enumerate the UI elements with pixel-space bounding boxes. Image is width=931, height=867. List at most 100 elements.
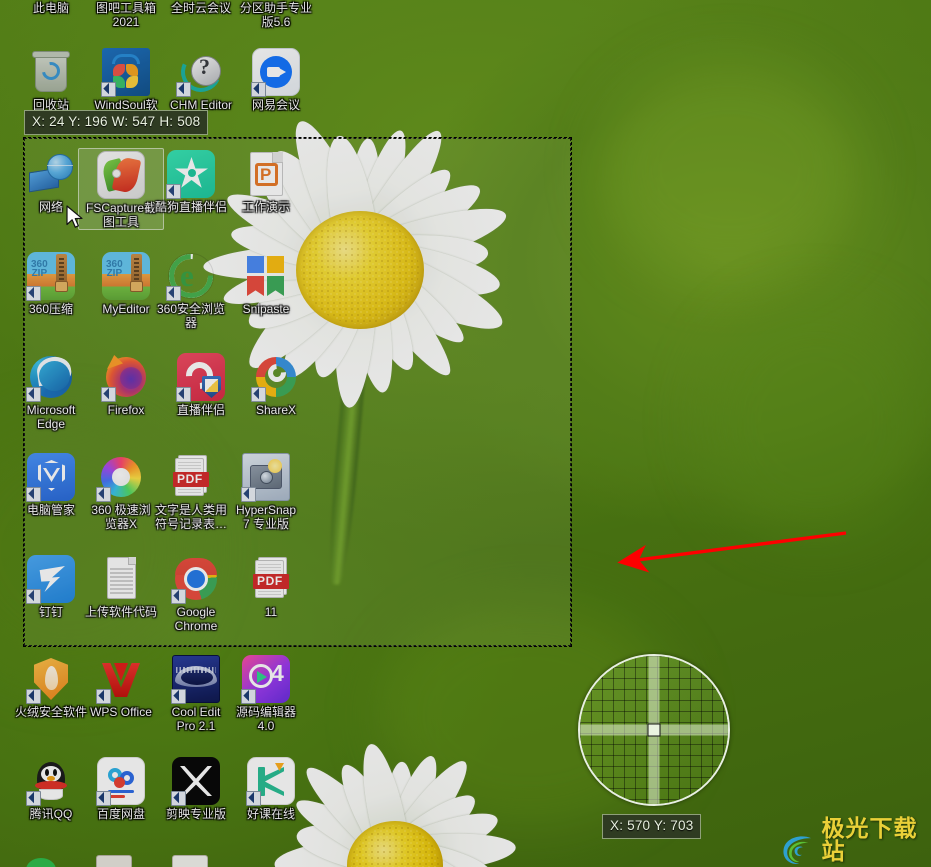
magnifier-loupe [578,654,730,806]
windsoul-icon [101,48,150,97]
desktop-icon-label: Google Chrome [174,605,218,633]
selection-info-text: X: 24 Y: 196 W: 547 H: 508 [32,114,201,129]
desktop-icon-baidu-netdisk[interactable]: 百度网盘 [78,757,164,822]
shortcut-arrow-overlay [26,589,41,604]
chrome-icon [171,555,220,604]
desktop-icon-360browser[interactable]: e 360安全浏览器 [148,244,234,330]
desktop-icon-haoke[interactable]: 好课在线 [228,757,314,822]
watermark-logo-icon [783,836,812,864]
desktop-icon-kugou-live[interactable]: 酷狗直播伴侣 [148,150,234,215]
360browser-icon: e [159,244,223,308]
netease-meeting-icon [251,48,300,97]
desktop-icon-chm-editor[interactable]: ? CHM Editor [158,46,244,113]
pdf-file-icon: PDF [247,555,295,603]
shortcut-arrow-overlay [26,791,41,806]
network-icon [27,150,75,198]
magnifier-coordinates-text: X: 570 Y: 703 [610,818,694,833]
desktop-icon-jianying[interactable]: 剪映专业版 [153,757,239,822]
desktop-icon-live-companion[interactable]: 直播伴侣 [158,353,244,418]
desktop-icon-label: 直播伴侣 [176,403,225,417]
desktop-icon-pdf-file[interactable]: PDF 文字是人类用 符号记录表… [148,453,234,531]
chm-editor-icon: ? [175,46,227,98]
desktop-icon-text-file[interactable]: 上传软件代码 [78,555,164,620]
powerpoint-file-icon: P [242,150,290,198]
wallpaper-bokeh-a [600,60,860,280]
desktop-capture-screen: 此电脑图吧工具箱2021全时云会议分区助手专业版5.6回收站WindSoul软件… [0,0,931,867]
desktop-icon-label: 360压缩 [28,302,74,316]
shortcut-arrow-overlay [171,791,186,806]
desktop-icon-quanshi[interactable]: 全时云会议 [158,1,244,16]
desktop-icon-label: 360安全浏览器 [156,302,226,330]
huorong-icon [26,655,75,704]
mindplus-icon: 4 [241,655,290,704]
shortcut-arrow-overlay [26,487,41,502]
partial-icon-bottom-2[interactable] [96,855,132,867]
shortcut-arrow-overlay [241,689,256,704]
desktop-icon-label: 分区助手专业 版5.6 [239,1,312,29]
desktop-icon-edge[interactable]: Microsoft Edge [8,353,94,431]
hypersnap-icon [241,453,290,502]
desktop-icon-firefox[interactable]: Firefox [83,353,169,418]
desktop-icon-label: Snipaste [242,302,290,316]
qq-icon [26,757,75,806]
desktop-icon-powerpoint-file[interactable]: P 工作演示 [223,150,309,215]
shortcut-arrow-overlay [241,487,256,502]
360speed-icon [96,453,145,502]
shortcut-arrow-overlay [101,82,116,97]
desktop-icon-label: Microsoft Edge [26,403,76,431]
wps-icon [96,655,145,704]
desktop-icon-label: 11 [264,605,278,619]
desktop-icon-label: 全时云会议 [170,1,231,15]
desktop-icon-360zip[interactable]: 360 ZIP 360压缩 [8,252,94,317]
desktop-icon-chrome[interactable]: Google Chrome [153,555,239,633]
shortcut-arrow-overlay [176,387,191,402]
site-watermark: 极光下载站 www.xz7.com [780,818,931,867]
desktop-icon-hypersnap[interactable]: HyperSnap 7 专业版 [223,453,309,531]
desktop-icon-label: 文字是人类用 符号记录表… [154,503,227,531]
shortcut-arrow-overlay [96,689,111,704]
desktop-icon-recycle-bin[interactable]: 回收站 [8,48,94,113]
shortcut-arrow-overlay [246,791,261,806]
watermark-title: 极光下载站 [821,816,918,865]
text-file-icon [97,555,145,603]
desktop-icon-label: Firefox [107,403,145,417]
desktop-icon-label: WPS Office [90,705,152,719]
desktop-icon-partition[interactable]: 分区助手专业 版5.6 [233,1,319,29]
wallpaper-bokeh-b [700,300,930,540]
shortcut-arrow-overlay [96,487,111,502]
pc-manager-icon [26,453,75,502]
myeditor-icon: 360 ZIP [102,252,150,300]
shortcut-arrow-overlay [171,689,186,704]
desktop-icon-label: 剪映专业版 [165,807,226,821]
desktop-icon-label: 百度网盘 [96,807,145,821]
desktop-icon-label: 网易会议 [251,98,300,112]
desktop-icon-label: 上传软件代码 [84,605,157,619]
desktop-icon-mindplus[interactable]: 4 源码编辑器 4.0 [223,655,309,733]
desktop-icon-this-pc[interactable]: 此电脑 [8,1,94,16]
desktop-icon-wps[interactable]: WPS Office [78,655,164,720]
shortcut-arrow-overlay [26,689,41,704]
selection-info-tooltip: X: 24 Y: 196 W: 547 H: 508 [24,110,209,135]
desktop-icon-netease-meeting[interactable]: 网易会议 [233,48,319,113]
desktop-icon-tubatoolbox[interactable]: 图吧工具箱 2021 [83,1,169,29]
desktop-icon-sharex[interactable]: ShareX [233,353,319,418]
partial-icon-bottom-3[interactable] [172,855,208,867]
desktop-icon-label: 工作演示 [241,200,290,214]
shortcut-arrow-overlay [26,286,41,301]
360zip-icon: 360 ZIP [26,252,75,301]
fscapture-icon [97,151,145,199]
desktop-icon-snipaste[interactable]: Snipaste [223,252,309,317]
desktop-icon-label: 酷狗直播伴侣 [154,200,227,214]
firefox-icon [101,353,150,402]
live-companion-icon [176,353,225,402]
shortcut-arrow-overlay [101,387,116,402]
shortcut-arrow-overlay [166,184,181,199]
magnifier-coordinates-box: X: 570 Y: 703 [602,814,702,839]
shortcut-arrow-overlay [96,791,111,806]
shortcut-arrow-overlay [26,387,41,402]
jianying-icon [171,757,220,806]
magnifier-center-pixel [647,723,661,737]
shortcut-arrow-overlay [176,82,191,97]
desktop-icon-pdf-file[interactable]: PDF 11 [228,555,314,620]
kugou-live-icon [166,150,215,199]
